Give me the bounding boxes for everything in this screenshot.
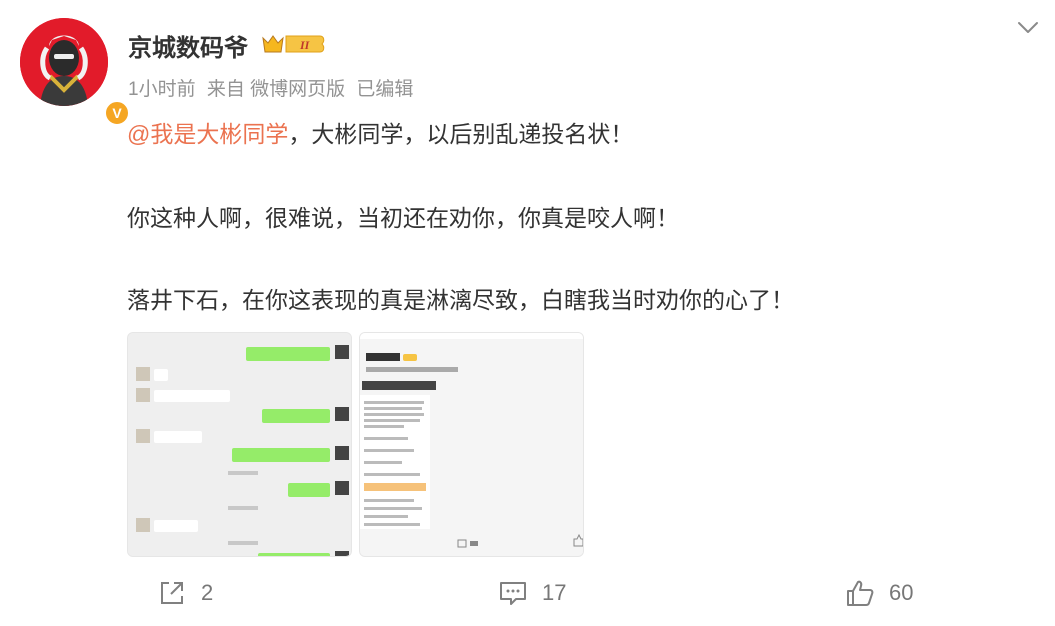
post-meta: 1小时前 来自 微博网页版 已编辑	[128, 74, 419, 101]
like-button[interactable]: 60	[845, 576, 913, 610]
chevron-down-icon[interactable]	[1015, 14, 1041, 40]
post-line-1: @我是大彬同学，大彬同学，以后别乱递投名状！	[127, 117, 633, 151]
chat-screenshot-image	[128, 333, 351, 556]
edited-label[interactable]: 已编辑	[356, 79, 413, 100]
share-icon	[161, 582, 183, 604]
action-bar: 2 17 60	[0, 570, 1055, 618]
vip-crown-icon[interactable]: II	[262, 33, 326, 55]
post-time[interactable]: 1小时前	[128, 79, 196, 100]
avatar[interactable]: V	[20, 18, 130, 126]
comment-button[interactable]: 17	[498, 576, 566, 610]
comment-count: 17	[542, 580, 567, 605]
vip-level: II	[299, 38, 311, 52]
post-source: 来自 微博网页版	[206, 79, 346, 100]
share-button[interactable]: 2	[157, 576, 213, 610]
mention-link[interactable]: @我是大彬同学	[127, 121, 288, 147]
comment-icon	[500, 582, 526, 605]
share-count: 2	[201, 580, 214, 605]
post-line-3: 落井下石，在你这表现的真是淋漓尽致，白瞎我当时劝你的心了！	[127, 287, 794, 313]
post-line-1-text: ，大彬同学，以后别乱递投名状！	[288, 121, 634, 147]
username[interactable]: 京城数码爷	[128, 28, 248, 63]
post-line-2: 你这种人啊，很难说，当初还在劝你，你真是咬人啊！	[127, 205, 679, 231]
image-thumbnail-1[interactable]	[127, 332, 352, 557]
weibo-post-screenshot-image	[360, 333, 583, 556]
thumbs-up-icon	[847, 580, 874, 606]
image-thumbnail-2[interactable]	[359, 332, 584, 557]
avatar-image	[20, 18, 108, 106]
like-count: 60	[889, 580, 914, 605]
